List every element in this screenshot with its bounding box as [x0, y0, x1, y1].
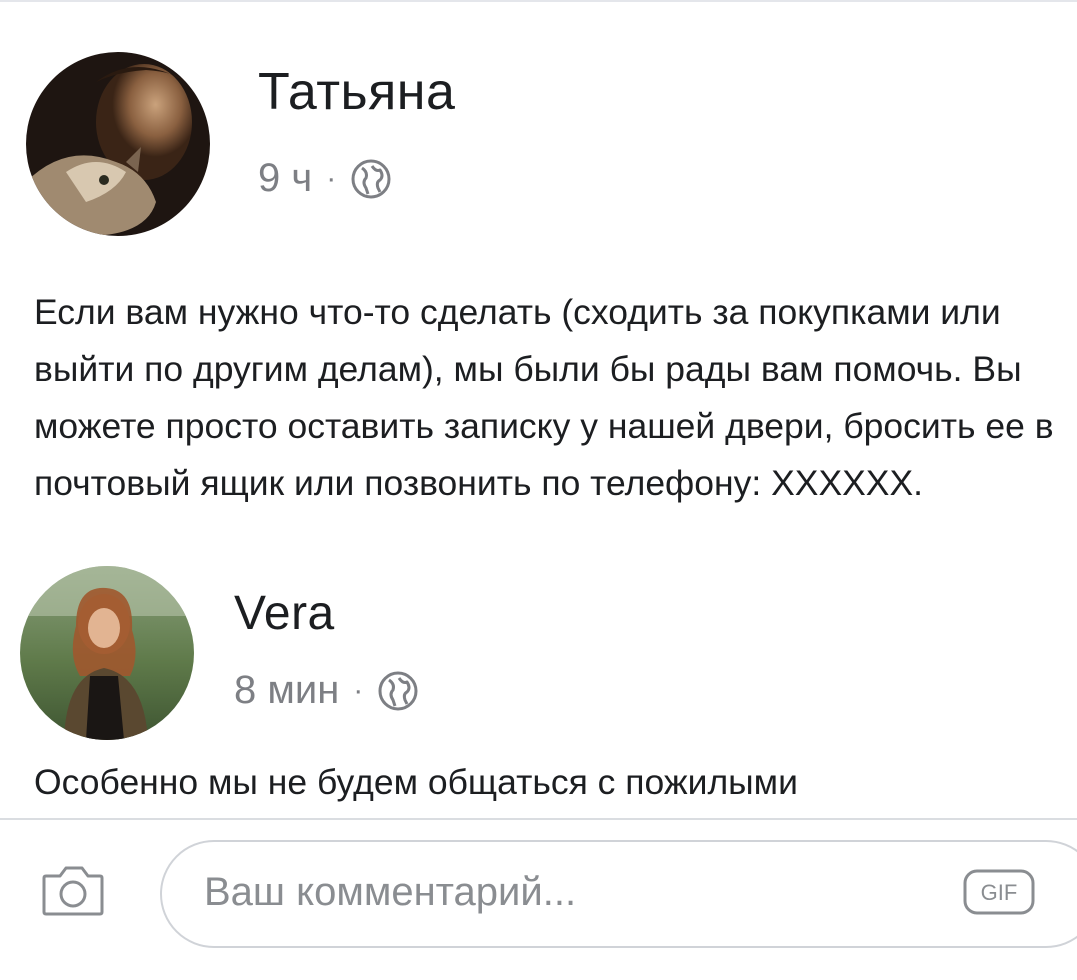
comment-body-text: Особенно мы не будем общаться с пожилыми — [34, 762, 798, 802]
comment-author-avatar[interactable] — [20, 566, 194, 740]
gif-icon[interactable]: GIF — [962, 868, 1036, 916]
globe-icon — [350, 158, 392, 200]
comment-author-name[interactable]: Vera — [234, 586, 335, 641]
facebook-post-view: Татьяна 9 ч · Если вам нужно что-то сдел… — [0, 0, 1077, 980]
avatar-photo — [26, 52, 210, 236]
comment-input[interactable]: Ваш комментарий... — [160, 840, 1077, 948]
avatar-photo — [20, 566, 194, 740]
post-author-name[interactable]: Татьяна — [258, 62, 455, 122]
comment-input-placeholder: Ваш комментарий... — [204, 870, 577, 914]
top-divider — [0, 0, 1077, 2]
post-body-text: Если вам нужно что-то сделать (сходить з… — [34, 292, 1054, 503]
post-meta: 9 ч · — [258, 156, 392, 201]
comment-composer: Ваш комментарий... GIF — [0, 820, 1077, 980]
comment-meta: 8 мин · — [234, 668, 419, 713]
comment-timestamp[interactable]: 8 мин — [234, 668, 339, 713]
post-timestamp[interactable]: 9 ч — [258, 156, 312, 201]
camera-icon[interactable] — [40, 860, 106, 920]
meta-separator: · — [326, 161, 337, 195]
meta-separator: · — [353, 673, 364, 707]
post-author-avatar[interactable] — [26, 52, 210, 236]
gif-label: GIF — [981, 880, 1018, 905]
globe-icon — [377, 670, 419, 712]
